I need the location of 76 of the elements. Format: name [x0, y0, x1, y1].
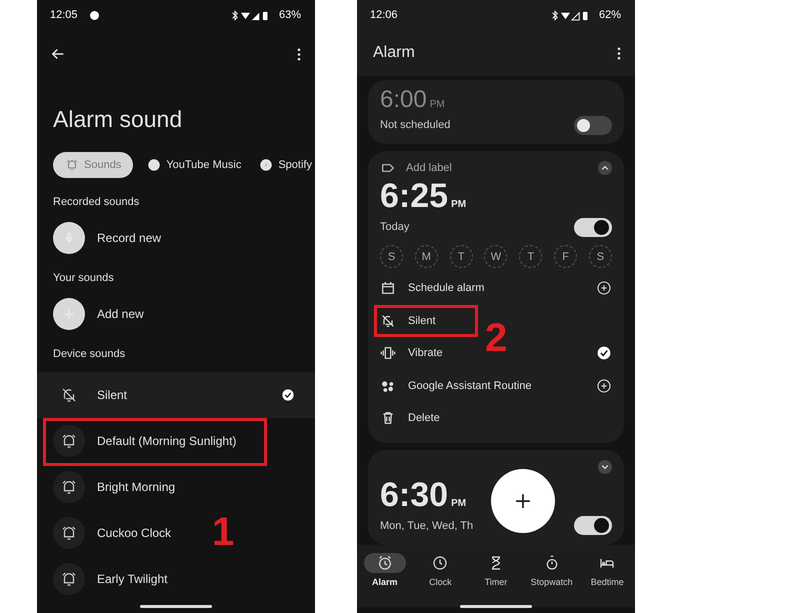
chevron-down-icon[interactable]: [598, 460, 612, 474]
alarm-time[interactable]: 6:25: [380, 177, 448, 216]
weekday-toggle[interactable]: T: [519, 245, 542, 268]
alarm-bell-icon: [60, 478, 78, 496]
alarm-time[interactable]: 6:00: [380, 86, 427, 114]
stopwatch-icon: [544, 554, 560, 570]
schedule-text: Mon, Tue, Wed, Th: [380, 520, 474, 532]
am-pm-label: PM: [451, 199, 466, 210]
vibrate-icon: [380, 345, 396, 362]
alarm-toggle[interactable]: [574, 116, 612, 134]
alarm-bell-icon: [65, 158, 79, 172]
option-label[interactable]: Silent: [408, 314, 436, 327]
schedule-text: Not scheduled: [380, 119, 450, 131]
weekday-toggle[interactable]: F: [554, 245, 578, 268]
check-icon: [281, 388, 295, 402]
app-title: Alarm: [373, 44, 415, 62]
weekday-toggle[interactable]: S: [588, 245, 612, 268]
nav-tab[interactable]: Bedtime: [586, 552, 628, 586]
sound-name: Default (Morning Sunlight): [97, 434, 236, 448]
plus-circle-icon[interactable]: [53, 298, 85, 330]
option-label[interactable]: Vibrate: [408, 347, 443, 360]
chevron-up-icon[interactable]: [598, 161, 612, 175]
nav-tab[interactable]: Timer: [474, 552, 517, 586]
alarm-time[interactable]: 6:30: [380, 476, 448, 514]
notification-dot-icon: [90, 10, 99, 20]
more-options-icon[interactable]: [617, 46, 621, 60]
sound-name: Early Twilight: [97, 572, 168, 586]
battery-percent: 62%: [598, 9, 621, 21]
schedule-text: Today: [380, 221, 410, 233]
home-indicator: [140, 605, 212, 608]
status-time: 12:05: [50, 9, 78, 21]
am-pm-label: PM: [451, 498, 466, 508]
status-time: 12:06: [370, 9, 398, 21]
sound-name: Silent: [97, 388, 128, 402]
alarm-toggle[interactable]: [574, 218, 612, 236]
check-icon[interactable]: [596, 345, 612, 362]
option-label[interactable]: Schedule alarm: [408, 282, 484, 294]
weekday-toggle[interactable]: W: [484, 245, 508, 268]
list-item-text[interactable]: Add new: [97, 307, 144, 321]
annotation-number: 2: [485, 316, 508, 361]
bell-off-icon: [60, 386, 78, 404]
weekday-toggle[interactable]: M: [414, 245, 438, 268]
section-heading: Recorded sounds: [52, 195, 140, 210]
option-label[interactable]: Google Assistant Routine: [408, 380, 532, 392]
clock-icon: [432, 554, 448, 570]
sound-list-item[interactable]: Bright Morning: [37, 464, 315, 510]
list-item-text[interactable]: Record new: [97, 231, 162, 245]
add-label-text[interactable]: Add label: [406, 162, 452, 174]
am-pm-label: PM: [430, 99, 445, 110]
microphone-circle-icon[interactable]: [53, 222, 85, 254]
alarm-clock-icon: [376, 554, 393, 570]
alarm-bell-icon: [60, 524, 78, 542]
weekday-toggle[interactable]: S: [380, 245, 403, 268]
alarm-bell-icon: [60, 432, 78, 450]
alarm-toggle[interactable]: [574, 516, 612, 535]
bell-off-icon: [380, 312, 396, 329]
nav-tab[interactable]: Clock: [419, 552, 462, 586]
option-label[interactable]: Delete: [408, 412, 440, 424]
filter-chip[interactable]: Spotify: [255, 152, 315, 178]
filter-chip[interactable]: YouTube Music: [143, 152, 246, 178]
more-options-icon[interactable]: [297, 48, 301, 60]
sound-name: Bright Morning: [97, 480, 176, 494]
home-indicator: [460, 605, 532, 608]
sound-name: Cuckoo Clock: [97, 526, 172, 540]
sound-list-item[interactable]: Early Twilight: [37, 556, 315, 602]
nav-tab[interactable]: Stopwatch: [530, 552, 573, 586]
weekday-toggle[interactable]: T: [450, 245, 473, 268]
annotation-number: 1: [212, 510, 234, 555]
sound-list-item[interactable]: Default (Morning Sunlight): [37, 418, 315, 464]
section-heading: Your sounds: [52, 271, 115, 286]
battery-percent: 63%: [278, 9, 301, 21]
sound-list-item[interactable]: Silent: [37, 372, 315, 418]
page-title: Alarm sound: [52, 105, 184, 134]
alarm-bell-icon: [60, 570, 78, 588]
section-heading: Device sounds: [52, 347, 126, 362]
calendar-icon: [380, 280, 396, 296]
